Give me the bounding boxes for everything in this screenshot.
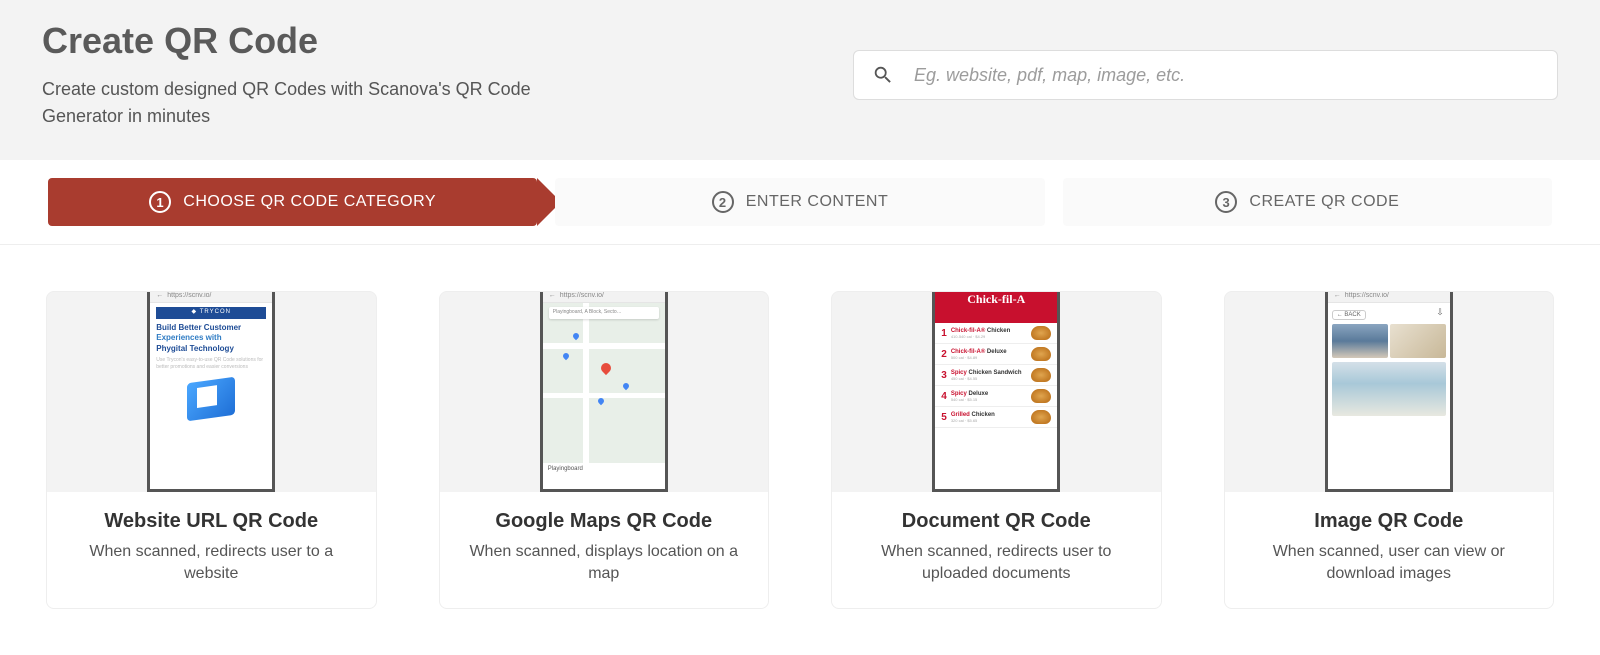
card-description: When scanned, displays location on a map	[454, 541, 755, 586]
header-left: Create QR Code Create custom designed QR…	[42, 20, 780, 130]
url-text: https://scnv.io/	[560, 292, 604, 299]
step-number: 3	[1215, 191, 1237, 213]
step-number: 1	[149, 191, 171, 213]
preview-text: Build Better Customer	[156, 323, 266, 333]
phone-mock: ←https://scnv.io/ Playingboard, A Block,…	[540, 292, 668, 492]
card-title: Google Maps QR Code	[454, 510, 755, 533]
preview-brand: ◆ TRYCON	[156, 307, 266, 319]
url-text: https://scnv.io/	[167, 292, 211, 299]
step-label: ENTER CONTENT	[746, 193, 889, 211]
step-label: CHOOSE QR CODE CATEGORY	[183, 193, 436, 211]
search-icon	[872, 64, 894, 86]
search-wrap	[820, 50, 1558, 100]
page-subtitle: Create custom designed QR Codes with Sca…	[42, 76, 602, 130]
preview-text: Experiences with	[156, 333, 266, 343]
step-create-qr[interactable]: 3 CREATE QR CODE	[1063, 178, 1552, 226]
card-image[interactable]: ←https://scnv.io/ ← BACK ⇩ Image QR Code…	[1224, 291, 1555, 609]
phone-mock: Chick-fil-A 1Chick-fil-A® Chicken410-540…	[932, 292, 1060, 492]
card-google-maps[interactable]: ←https://scnv.io/ Playingboard, A Block,…	[439, 291, 770, 609]
card-title: Document QR Code	[846, 510, 1147, 533]
map-search-text: Playingboard, A Block, Secto…	[549, 307, 659, 319]
card-preview: ←https://scnv.io/ Playingboard, A Block,…	[440, 292, 769, 492]
card-title: Image QR Code	[1239, 510, 1540, 533]
card-description: When scanned, user can view or download …	[1239, 541, 1540, 586]
card-preview: ←https://scnv.io/ ← BACK ⇩	[1225, 292, 1554, 492]
search-input[interactable]	[914, 65, 1539, 86]
category-cards-grid: ←https://scnv.io/ ◆ TRYCON Build Better …	[0, 245, 1600, 655]
card-title: Website URL QR Code	[61, 510, 362, 533]
card-document[interactable]: Chick-fil-A 1Chick-fil-A® Chicken410-540…	[831, 291, 1162, 609]
header-section: Create QR Code Create custom designed QR…	[0, 0, 1600, 160]
card-website-url[interactable]: ←https://scnv.io/ ◆ TRYCON Build Better …	[46, 291, 377, 609]
card-preview: Chick-fil-A 1Chick-fil-A® Chicken410-540…	[832, 292, 1161, 492]
back-button-label: ← BACK	[1332, 310, 1366, 320]
preview-text: Phygital Technology	[156, 344, 266, 354]
preview-brand: Chick-fil-A	[967, 292, 1025, 307]
step-number: 2	[712, 191, 734, 213]
phone-mock: ←https://scnv.io/ ◆ TRYCON Build Better …	[147, 292, 275, 492]
card-description: When scanned, redirects user to a websit…	[61, 541, 362, 586]
step-enter-content[interactable]: 2 ENTER CONTENT	[555, 178, 1044, 226]
search-box[interactable]	[853, 50, 1558, 100]
card-preview: ←https://scnv.io/ ◆ TRYCON Build Better …	[47, 292, 376, 492]
map-caption: Playingboard	[543, 463, 665, 489]
url-text: https://scnv.io/	[1345, 292, 1389, 299]
page-title: Create QR Code	[42, 20, 780, 62]
download-icon: ⇩	[1436, 307, 1444, 318]
step-choose-category[interactable]: 1 CHOOSE QR CODE CATEGORY	[48, 178, 537, 226]
steps-bar: 1 CHOOSE QR CODE CATEGORY 2 ENTER CONTEN…	[0, 160, 1600, 245]
phone-mock: ←https://scnv.io/ ← BACK ⇩	[1325, 292, 1453, 492]
step-label: CREATE QR CODE	[1249, 193, 1399, 211]
card-description: When scanned, redirects user to uploaded…	[846, 541, 1147, 586]
